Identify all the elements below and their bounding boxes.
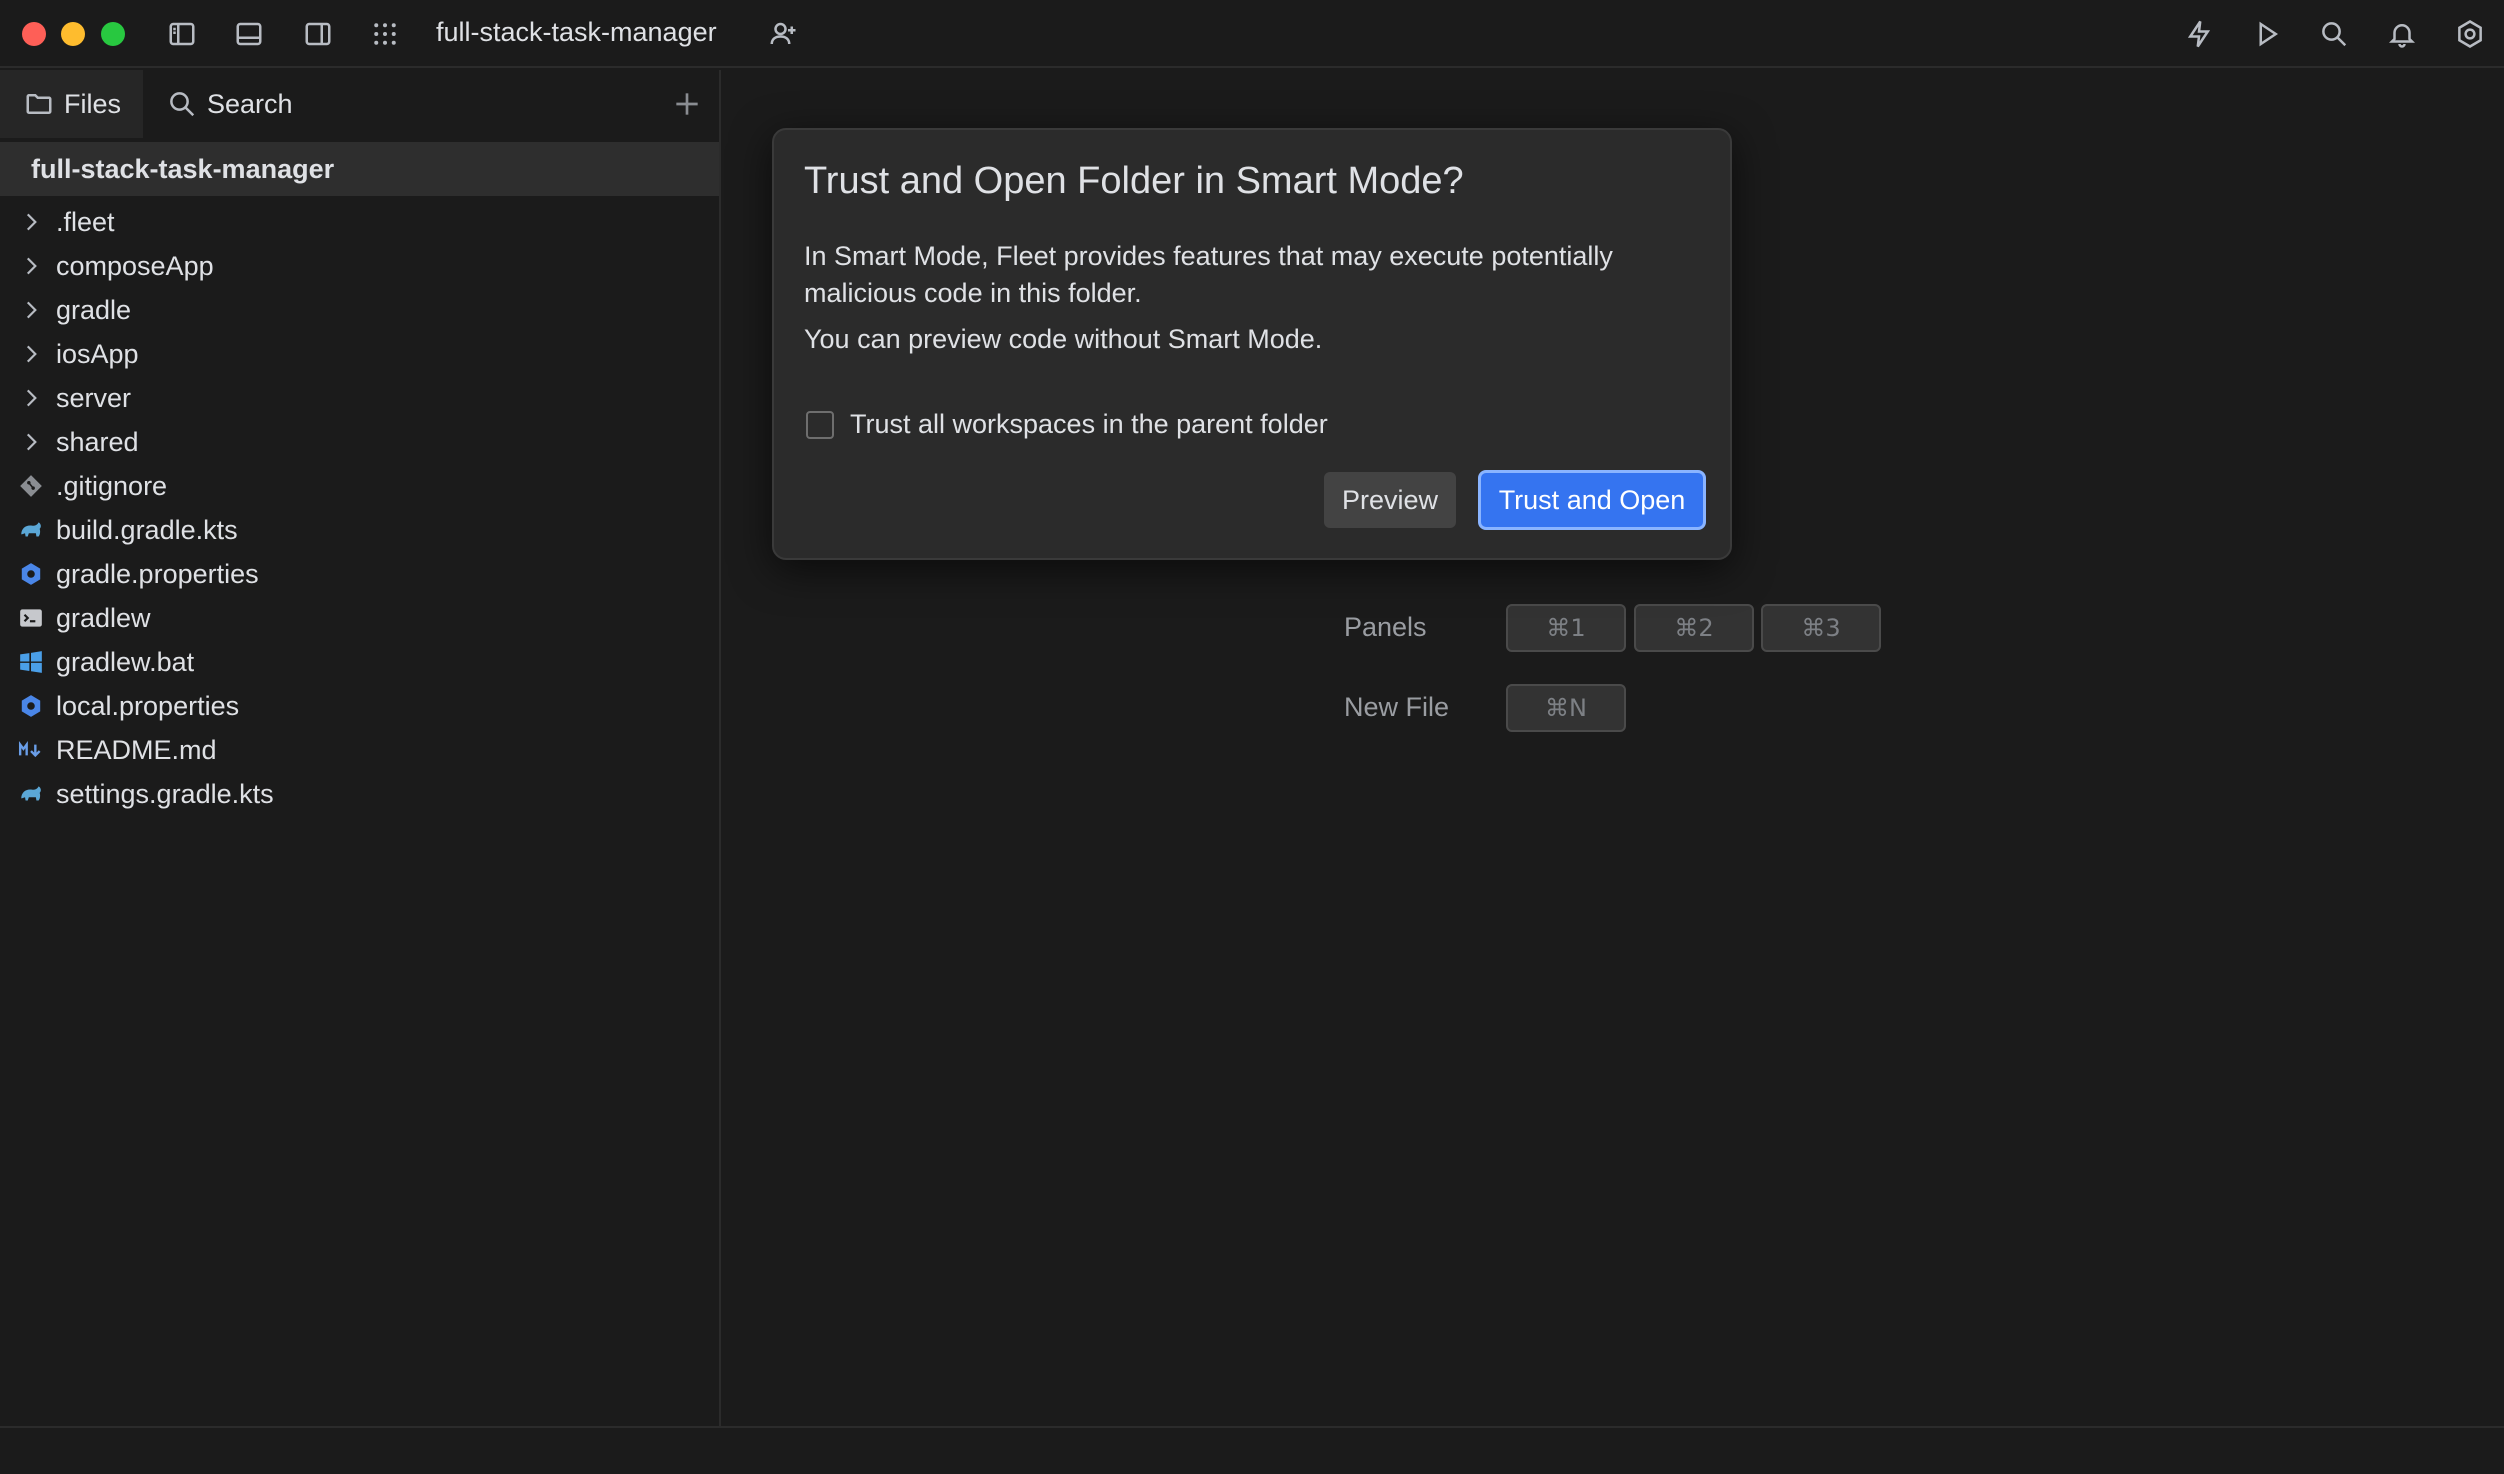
folder-icon	[26, 94, 52, 114]
add-user-icon[interactable]	[767, 18, 799, 50]
apps-grid-icon[interactable]	[369, 18, 401, 50]
tree-item-label: server	[56, 382, 132, 413]
kbd-panel-2: ⌘2	[1634, 604, 1754, 652]
tree-item-label: gradle	[56, 294, 132, 325]
properties-icon	[0, 693, 56, 719]
tree-root[interactable]: full-stack-task-manager	[0, 142, 719, 196]
gradle-elephant-icon	[0, 781, 56, 807]
search-icon[interactable]	[2318, 18, 2350, 50]
windows-icon	[0, 649, 56, 675]
tree-item-iosapp[interactable]: iosApp	[0, 332, 719, 376]
lightning-icon[interactable]	[2183, 18, 2215, 50]
run-icon[interactable]	[2251, 18, 2283, 50]
tree-item-local-properties[interactable]: local.properties	[0, 684, 719, 728]
window-close-button[interactable]	[22, 22, 46, 46]
chevron-right-icon[interactable]	[0, 209, 56, 235]
trust-parent-checkbox-label[interactable]: Trust all workspaces in the parent folde…	[850, 409, 1328, 440]
tree-item-label: composeApp	[56, 250, 214, 281]
tree-item-label: iosApp	[56, 338, 139, 369]
bell-icon[interactable]	[2386, 18, 2418, 50]
tree-item-readme-md[interactable]: README.md	[0, 728, 719, 772]
title-bar: full-stack-task-manager	[0, 0, 2504, 68]
gradle-elephant-icon	[0, 517, 56, 543]
chevron-right-icon[interactable]	[0, 429, 56, 455]
settings-icon[interactable]	[2454, 18, 2486, 50]
kbd-panel-1: ⌘1	[1506, 604, 1626, 652]
tree-item-composeapp[interactable]: composeApp	[0, 244, 719, 288]
tree-item-label: .fleet	[56, 206, 115, 237]
tree-item-label: build.gradle.kts	[56, 514, 238, 545]
window-maximize-button[interactable]	[101, 22, 125, 46]
project-title[interactable]: full-stack-task-manager	[436, 17, 717, 48]
tab-search-label: Search	[207, 88, 293, 119]
kbd-new-file: ⌘N	[1506, 684, 1626, 732]
tree-item-label: settings.gradle.kts	[56, 778, 274, 809]
preview-button[interactable]: Preview	[1324, 472, 1456, 528]
tree-item-label: local.properties	[56, 690, 240, 721]
terminal-icon	[0, 605, 56, 631]
tree-item-build-gradle-kts[interactable]: build.gradle.kts	[0, 508, 719, 552]
tree-item-label: gradlew	[56, 602, 151, 633]
chevron-right-icon[interactable]	[0, 297, 56, 323]
sidebar: Files Search full-stack-task-manager .fl…	[0, 70, 721, 1426]
tree-item-label: shared	[56, 426, 139, 457]
tree-item-gitignore[interactable]: .gitignore	[0, 464, 719, 508]
properties-icon	[0, 561, 56, 587]
markdown-icon	[0, 737, 56, 763]
search-icon	[170, 92, 195, 117]
tree-item-gradlew[interactable]: gradlew	[0, 596, 719, 640]
tree-item-gradle[interactable]: gradle	[0, 288, 719, 332]
toggle-right-panel-icon[interactable]	[302, 18, 334, 50]
tree-item-label: gradle.properties	[56, 558, 259, 589]
tab-files[interactable]: Files	[0, 70, 144, 138]
dialog-preview-text: You can preview code without Smart Mode.	[804, 324, 1323, 354]
tab-files-label: Files	[64, 88, 122, 119]
tree-item-gradlew-bat[interactable]: gradlew.bat	[0, 640, 719, 684]
dialog-title: Trust and Open Folder in Smart Mode?	[804, 160, 1464, 202]
new-file-label: New File	[1344, 692, 1450, 722]
tree-item-fleet[interactable]: .fleet	[0, 200, 719, 244]
chevron-right-icon[interactable]	[0, 253, 56, 279]
toggle-bottom-panel-icon[interactable]	[233, 18, 265, 50]
chevron-right-icon[interactable]	[0, 385, 56, 411]
panels-label: Panels	[1344, 612, 1427, 642]
tree-item-label: .gitignore	[56, 470, 168, 501]
plus-icon	[676, 93, 698, 115]
tree-item-settings-gradle-kts[interactable]: settings.gradle.kts	[0, 772, 719, 816]
add-tab-button[interactable]	[671, 88, 703, 120]
chevron-right-icon[interactable]	[0, 341, 56, 367]
toggle-left-panel-icon[interactable]	[166, 18, 198, 50]
trust-parent-checkbox[interactable]	[806, 411, 834, 439]
sidebar-tabs: Files Search	[0, 70, 721, 138]
tree-item-gradle-properties[interactable]: gradle.properties	[0, 552, 719, 596]
tab-search[interactable]: Search	[143, 70, 315, 138]
file-tree: .fleet composeApp gradle iosApp server s…	[0, 200, 719, 816]
trust-dialog: Trust and Open Folder in Smart Mode? In …	[772, 128, 1732, 560]
dialog-warning-text: In Smart Mode, Fleet provides features t…	[804, 241, 1613, 308]
tree-item-label: README.md	[56, 734, 217, 765]
kbd-panel-3: ⌘3	[1761, 604, 1881, 652]
git-icon	[0, 473, 56, 499]
trust-and-open-button[interactable]: Trust and Open	[1478, 470, 1706, 530]
tree-item-label: gradlew.bat	[56, 646, 195, 677]
tree-item-shared[interactable]: shared	[0, 420, 719, 464]
status-bar	[0, 1426, 2504, 1474]
window-minimize-button[interactable]	[61, 22, 85, 46]
tree-item-server[interactable]: server	[0, 376, 719, 420]
